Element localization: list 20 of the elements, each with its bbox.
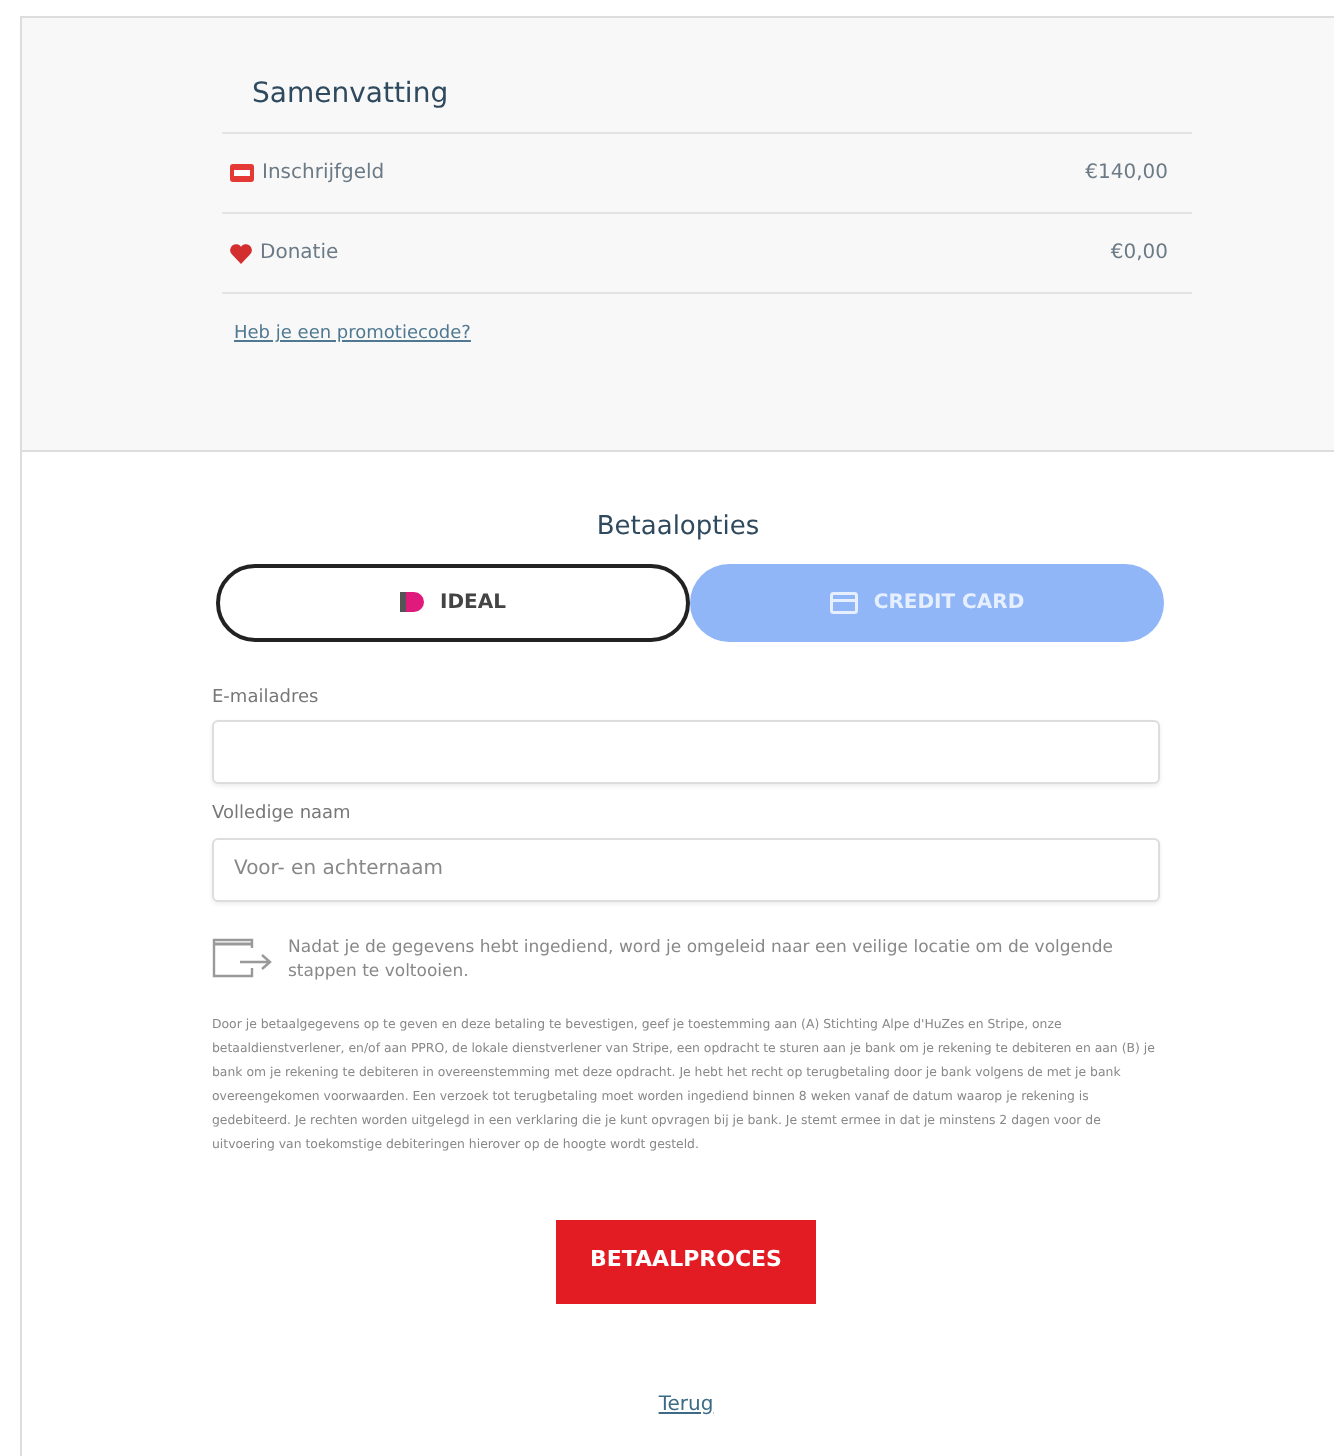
item-amount: €140,00	[1085, 160, 1168, 188]
payment-options-title: Betaalopties	[594, 510, 762, 546]
redirect-note: Nadat je de gegevens hebt ingediend, word je omgeleid naar een veilige locatie om de volgende stappen te voltooien.	[288, 935, 1116, 986]
redirect-window-icon	[212, 935, 272, 979]
input-field[interactable]: Voor- en achternaam	[212, 837, 1160, 901]
field-label: E-mailadres	[212, 685, 321, 711]
back-link[interactable]: Terug	[658, 1393, 714, 1416]
payment-option-tab[interactable]: IDEAL	[216, 563, 690, 641]
input-field[interactable]	[212, 720, 1160, 784]
item-amount: €0,00	[1110, 240, 1168, 268]
heart-icon	[230, 243, 252, 263]
item-label: Donatie	[260, 240, 339, 268]
promo-code-link[interactable]: Heb je een promotiecode?	[234, 322, 471, 349]
pay-button[interactable]: BETAALPROCES	[556, 1219, 816, 1304]
summary-title: Samenvatting	[222, 74, 1192, 134]
credit-card-icon	[829, 591, 858, 613]
item-label: Inschrijfgeld	[262, 160, 385, 188]
field-label: Volledige naam	[212, 802, 353, 828]
ideal-logo-icon	[400, 590, 425, 614]
ticket-icon	[230, 164, 254, 182]
